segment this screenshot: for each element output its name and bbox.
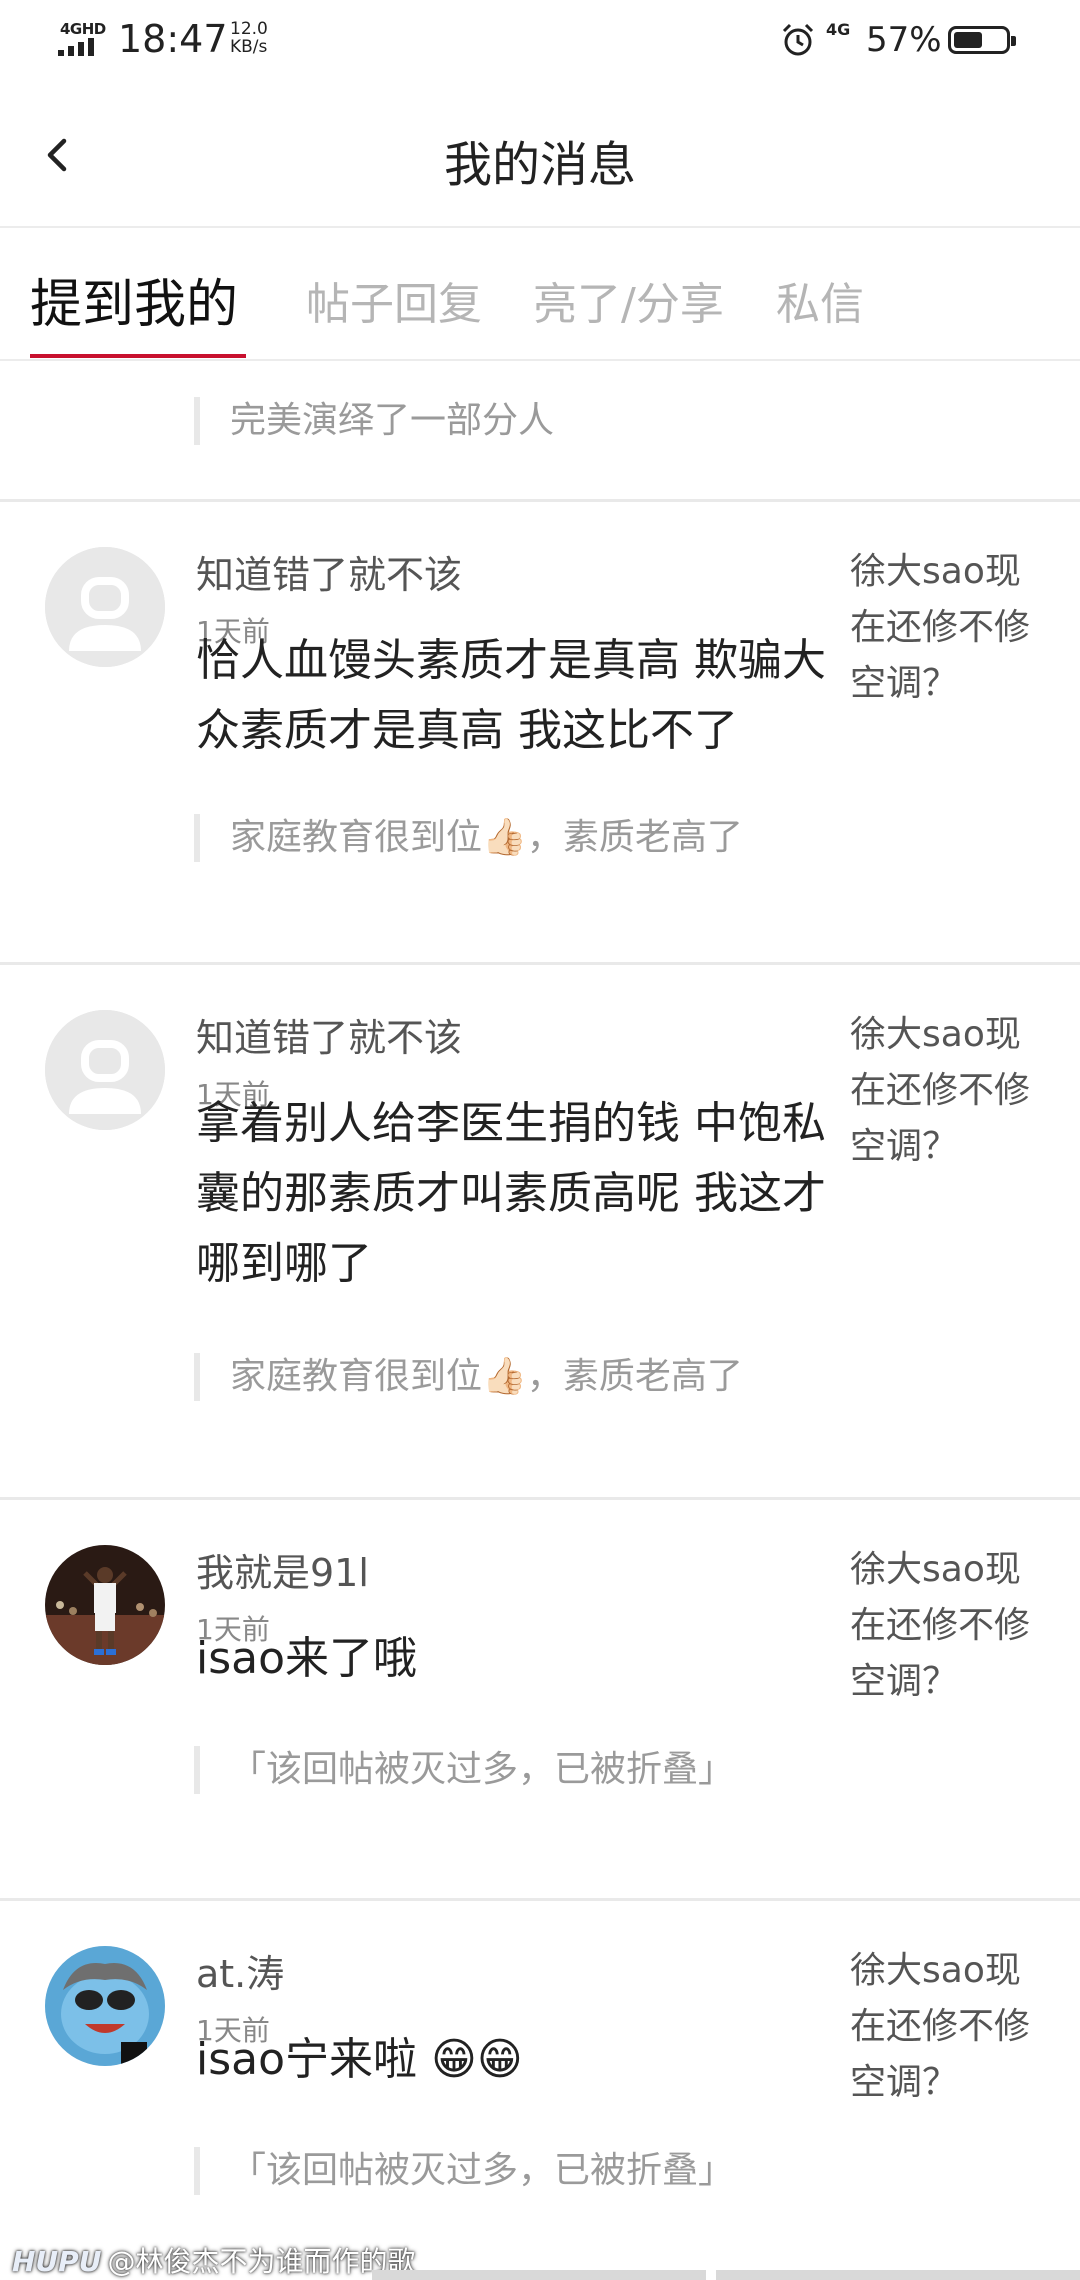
message-content: 拿着别人给李医生捐的钱 中饱私囊的那素质才叫素质高呢 我这才哪到哪了	[196, 1098, 826, 1289]
quoted-text: 家庭教育很到位👍🏻，素质老高了	[194, 1353, 743, 1401]
message-list: 完美演绎了一部分人 知道错了就不该 1天前 徐大sao现在还修不修空调？ 恰人血…	[0, 361, 1080, 2261]
network-tag: 4GHD	[60, 20, 106, 38]
referenced-post[interactable]: 徐大sao现在还修不修空调？	[850, 544, 1050, 712]
list-item[interactable]: 知道错了就不该 1天前 徐大sao现在还修不修空调？ 恰人血馒头素质才是真高 欺…	[0, 502, 1080, 965]
quoted-text: 家庭教育很到位👍🏻，素质老高了	[194, 814, 743, 862]
message-content: isao宁来啦 😁😁	[196, 2034, 523, 2085]
clock: 18:47	[118, 17, 228, 61]
referenced-post[interactable]: 徐大sao现在还修不修空调？	[850, 1943, 1050, 2111]
list-item[interactable]: 我就是91l 1天前 徐大sao现在还修不修空调？ isao来了哦 「该回帖被灭…	[0, 1500, 1080, 1901]
speed-value: 12.0	[230, 19, 268, 39]
tab-post-replies[interactable]: 帖子回复	[306, 268, 482, 332]
bottom-tab-edges	[0, 2270, 1080, 2280]
list-item[interactable]: at.涛 1天前 徐大sao现在还修不修空调？ isao宁来啦 😁😁 「该回帖被…	[0, 1901, 1080, 2261]
active-tab-indicator	[30, 354, 246, 358]
page-title: 我的消息	[443, 137, 636, 193]
avatar[interactable]	[45, 1010, 165, 1130]
signal-icon: 4GHD	[58, 20, 106, 58]
battery-icon	[948, 26, 1016, 54]
quoted-text: 「该回帖被灭过多，已被折叠」	[194, 2147, 734, 2195]
quoted-text: 完美演绎了一部分人	[194, 397, 554, 445]
default-avatar-icon	[45, 547, 165, 667]
username[interactable]: at.涛	[196, 1943, 284, 1998]
speed-unit: KB/s	[230, 37, 268, 57]
network-4g-label: 4G	[826, 20, 851, 39]
alarm-icon	[782, 23, 814, 56]
username[interactable]: 知道错了就不该	[196, 1007, 462, 1062]
username[interactable]: 知道错了就不该	[196, 544, 462, 599]
cartoon-avatar	[45, 1946, 165, 2066]
avatar[interactable]	[45, 1946, 165, 2066]
list-item[interactable]: 完美演绎了一部分人	[0, 361, 1080, 502]
avatar[interactable]	[45, 1545, 165, 1665]
battery-percent: 57%	[866, 20, 942, 60]
tab-bar: 提到我的 帖子回复 亮了/分享 私信	[0, 228, 1080, 361]
quoted-text: 「该回帖被灭过多，已被折叠」	[194, 1746, 734, 1794]
tab-private-messages[interactable]: 私信	[776, 268, 864, 332]
avatar[interactable]	[45, 547, 165, 667]
message-content: isao来了哦	[196, 1633, 418, 1684]
tab-mentions[interactable]: 提到我的	[30, 262, 238, 337]
referenced-post[interactable]: 徐大sao现在还修不修空调？	[850, 1007, 1050, 1175]
referenced-post[interactable]: 徐大sao现在还修不修空调？	[850, 1542, 1050, 1710]
username[interactable]: 我就是91l	[196, 1542, 369, 1597]
status-bar: 4GHD 18:47 12.0 KB/s 4G 57%	[0, 0, 1080, 85]
default-avatar-icon	[45, 1010, 165, 1130]
header: 我的消息	[0, 85, 1080, 228]
tab-likes-shares[interactable]: 亮了/分享	[533, 268, 724, 332]
list-item[interactable]: 知道错了就不该 1天前 徐大sao现在还修不修空调？ 拿着别人给李医生捐的钱 中…	[0, 965, 1080, 1500]
message-content: 恰人血馒头素质才是真高 欺骗大众素质才是真高 我这比不了	[196, 635, 826, 756]
basketball-player-avatar	[45, 1545, 165, 1665]
network-speed: 12.0 KB/s	[230, 20, 268, 56]
